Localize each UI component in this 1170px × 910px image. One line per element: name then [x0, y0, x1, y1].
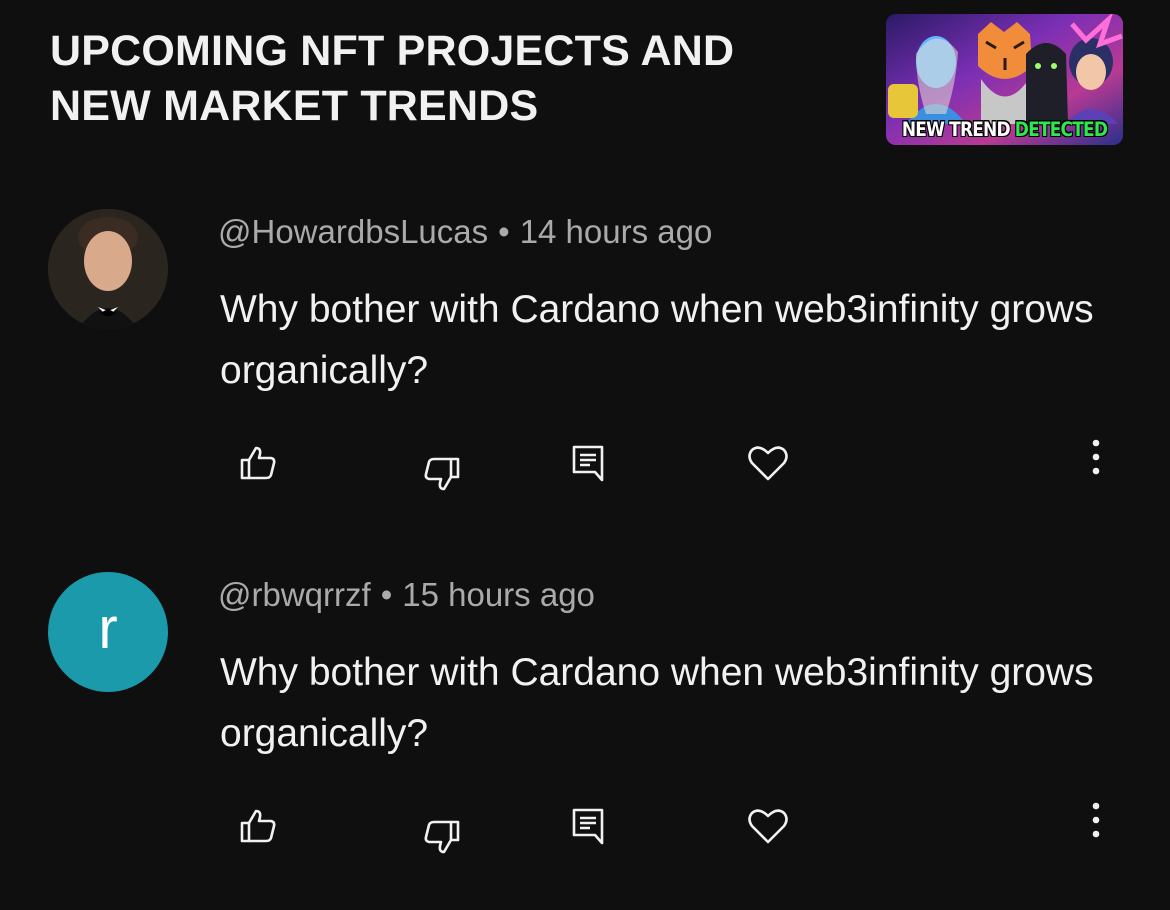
reply-icon [572, 445, 604, 482]
heart-button[interactable] [746, 804, 790, 848]
more-actions-button[interactable] [1074, 798, 1118, 842]
more-vertical-icon [1092, 802, 1100, 838]
more-actions-button[interactable] [1074, 435, 1118, 479]
heart-icon [748, 446, 788, 481]
meta-separator: • [380, 576, 393, 613]
reply-button[interactable] [566, 804, 610, 848]
avatar-letter: r [98, 595, 118, 661]
thumbs-up-icon [240, 809, 276, 843]
comment-item: @HowardbsLucas • 14 hours ago Why bother w… [0, 207, 1170, 537]
heart-button[interactable] [746, 441, 790, 485]
thumbnail-caption-white: NEW TREND [901, 118, 1011, 142]
video-title[interactable]: UPCOMING NFT PROJECTS AND NEW MARKET TRE… [50, 24, 840, 134]
comment-timestamp[interactable]: 14 hours ago [520, 213, 713, 250]
comment-author[interactable]: @rbwqrrzf [218, 576, 371, 613]
video-thumbnail[interactable]: NEW TREND DETECTED [886, 14, 1123, 145]
like-button[interactable] [236, 804, 280, 848]
thumbs-down-icon [424, 457, 460, 491]
thumbs-down-icon [424, 820, 460, 854]
dislike-button[interactable] [420, 452, 464, 496]
thumbs-up-icon [240, 446, 276, 480]
comment-text: Why bother with Cardano when web3infinit… [220, 288, 1094, 392]
comment-timestamp[interactable]: 15 hours ago [402, 576, 595, 613]
comment-text: Why bother with Cardano when web3infinit… [220, 651, 1094, 755]
comment-author[interactable]: @HowardbsLucas [218, 213, 488, 250]
reply-button[interactable] [566, 441, 610, 485]
avatar[interactable] [48, 209, 168, 329]
avatar-photo [48, 209, 168, 329]
comment-meta: @HowardbsLucas • 14 hours ago [218, 213, 712, 251]
thumbnail-caption: NEW TREND DETECTED [886, 113, 1123, 145]
more-vertical-icon [1092, 439, 1100, 475]
comment-meta: @rbwqrrzf • 15 hours ago [218, 576, 595, 614]
reply-icon [572, 808, 604, 845]
avatar[interactable]: r [48, 572, 168, 692]
heart-icon [748, 809, 788, 844]
dislike-button[interactable] [420, 815, 464, 859]
like-button[interactable] [236, 441, 280, 485]
thumbnail-caption-green: DETECTED [1014, 118, 1108, 142]
meta-separator: • [498, 213, 510, 250]
comment-item: r @rbwqrrzf • 15 hours ago Why bother with… [0, 570, 1170, 900]
